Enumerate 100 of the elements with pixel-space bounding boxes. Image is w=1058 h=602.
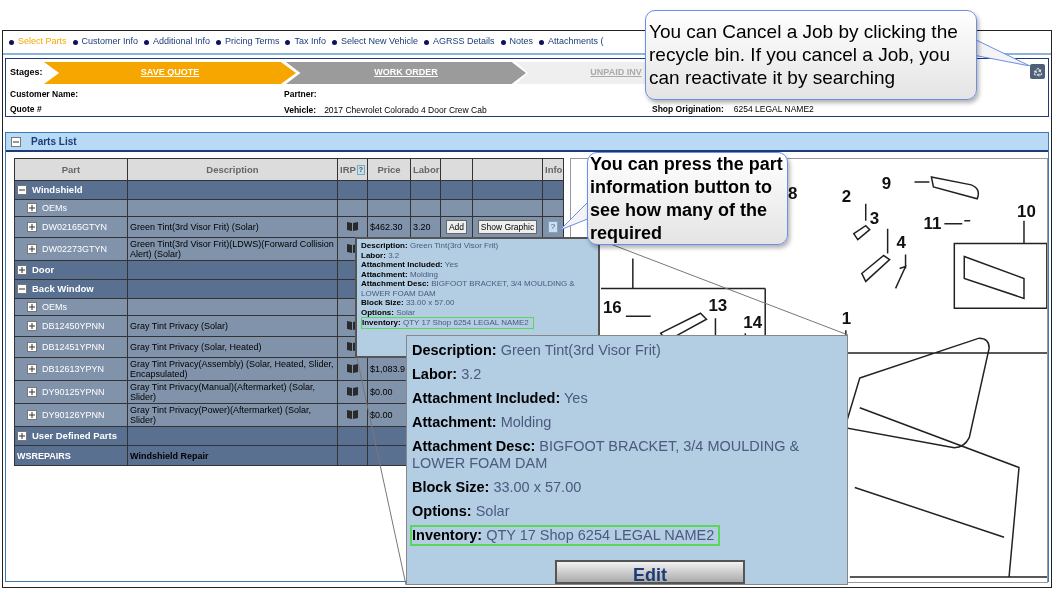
group-label: Windshield <box>32 185 83 195</box>
expand-icon[interactable] <box>27 302 37 312</box>
field-label: Partner: <box>284 88 318 101</box>
info-line: Description: Green Tint(3rd Visor Frit) <box>411 341 662 360</box>
info-line: Attachment: Molding <box>411 413 553 432</box>
expand-icon[interactable] <box>27 342 37 352</box>
info-line: Options: Solar <box>411 502 511 521</box>
group-label: OEMs <box>42 203 67 213</box>
part-description: Green Tint(3rd Visor Frit) (Solar) <box>130 222 259 232</box>
column-header: IRP <box>340 164 356 175</box>
bullet-icon <box>216 39 222 45</box>
info-line: Block Size: 33.00 x 57.00 <box>361 298 455 308</box>
bullet-icon <box>424 39 430 45</box>
info-line: Attachment Included: Yes <box>361 260 458 270</box>
info-button[interactable]: ? <box>547 221 559 233</box>
callout-tooltip: You can press the part information button to see how many of the required <box>587 152 788 245</box>
nav-tab[interactable]: Select New Vehicle <box>341 35 419 49</box>
expand-icon[interactable] <box>27 364 37 374</box>
book-icon[interactable] <box>347 363 358 373</box>
field-label: Vehicle: <box>284 103 317 117</box>
nav-tab[interactable]: Attachments ( <box>548 35 604 49</box>
callout-number: 2 <box>841 186 852 206</box>
expand-icon[interactable] <box>27 410 37 420</box>
info-line: Attachment Desc: BIGFOOT BRACKET, 3/4 MOULDING & LOWER FOAM DAM <box>411 437 801 473</box>
book-icon[interactable] <box>347 221 358 231</box>
part-description: Gray Tint Privacy(Assembly) (Solar, Heated, Slider, Encapsulated) <box>130 359 334 379</box>
field-label: Customer Name: <box>10 88 80 101</box>
callout-number: 13 <box>708 296 728 316</box>
group-label: Door <box>32 265 55 275</box>
part-description: Gray Tint Privacy (Solar) <box>130 321 229 331</box>
column-header: Labor <box>413 164 440 175</box>
vehicle-value: 2017 Chevrolet Colorado 4 Door Crew Cab <box>324 103 487 117</box>
edit-button[interactable]: Edit <box>555 560 745 584</box>
field-label: Quote # <box>10 102 43 116</box>
nav-tab[interactable]: Additional Info <box>153 35 211 49</box>
part-number: WSREPAIRS <box>17 450 71 461</box>
part-description: Gray Tint Privacy(Manual)(Aftermarket) (Solar, Slider) <box>130 382 316 402</box>
expand-icon[interactable] <box>17 431 27 441</box>
nav-tab[interactable]: Customer Info <box>81 35 139 49</box>
bullet-icon <box>500 39 506 45</box>
column-header: Price <box>377 164 401 175</box>
callout-number: 11 <box>923 213 942 233</box>
expand-icon[interactable] <box>27 321 37 331</box>
callout-number: 4 <box>896 232 906 252</box>
expand-icon[interactable] <box>27 244 37 254</box>
collapse-icon[interactable] <box>17 185 27 195</box>
price: $462.30 <box>370 222 403 232</box>
group-label: Back Window <box>32 284 94 294</box>
nav-tab[interactable]: Tax Info <box>294 35 326 49</box>
callout-number: 3 <box>869 208 880 228</box>
panel-title: Parts List <box>31 135 77 149</box>
price: $1,083.9 <box>370 364 406 374</box>
bullet-icon <box>539 39 545 45</box>
expand-icon[interactable] <box>27 203 37 213</box>
nav-tab[interactable]: AGRSS Details <box>433 35 495 49</box>
nav-tab[interactable]: Pricing Terms <box>225 35 280 49</box>
group-label: User Defined Parts <box>32 431 117 441</box>
column-header: Part <box>61 164 81 175</box>
info-line: Block Size: 33.00 x 57.00 <box>411 478 583 497</box>
callout-number: 8 <box>788 183 798 203</box>
info-line: Options: Solar <box>361 307 415 317</box>
bullet-icon <box>72 39 78 45</box>
bullet-icon <box>332 39 337 45</box>
shop-value: 6254 LEGAL NAME2 <box>733 102 814 116</box>
info-line: Attachment: Molding <box>361 269 438 279</box>
book-icon[interactable] <box>347 386 358 396</box>
part-description: Windshield Repair <box>130 450 209 461</box>
expand-icon[interactable] <box>17 265 27 275</box>
callout-number: 14 <box>743 313 763 333</box>
callout-number: 9 <box>881 173 892 193</box>
column-header: Info <box>545 164 563 175</box>
stages-label: Stages: <box>9 66 44 80</box>
column-header: Description <box>206 164 259 175</box>
callout-tooltip: You can Cancel a Job by clicking the recycle bin. If you cancel a Job, you can reactivate it by searching <box>645 10 977 100</box>
recycle-bin-icon[interactable] <box>1030 64 1045 79</box>
price: $0.00 <box>370 387 393 397</box>
book-icon[interactable] <box>347 409 358 419</box>
callout-number: 1 <box>841 309 852 329</box>
info-line: Labor: 3.2 <box>361 250 400 260</box>
part-description: Green Tint(3rd Visor Frit)(LDWS)(Forward Collision Alert) (Solar) <box>130 239 334 259</box>
bullet-icon <box>144 39 150 45</box>
expand-icon[interactable] <box>27 222 37 232</box>
nav-tab[interactable]: Notes <box>509 35 534 49</box>
callout-number: 10 <box>1017 201 1036 221</box>
bullet-icon <box>285 39 291 45</box>
field-label: Shop Origination: <box>652 102 724 116</box>
group-label: OEMs <box>42 302 67 312</box>
info-line: Description: Green Tint(3rd Visor Frit) <box>361 241 499 251</box>
callout-number: 16 <box>602 298 622 318</box>
show-graphic-button[interactable]: Show Graphic <box>477 220 538 234</box>
bullet-icon <box>9 39 14 45</box>
add-button[interactable]: Add <box>445 220 468 234</box>
info-line: Attachment Included: Yes <box>411 389 589 408</box>
price: $0.00 <box>370 410 393 420</box>
collapse-icon[interactable] <box>11 136 21 147</box>
part-description: Gray Tint Privacy(Power)(Aftermarket) (Solar, Slider) <box>130 405 312 425</box>
labor-hours: 3.20 <box>413 222 431 232</box>
expand-icon[interactable] <box>27 387 37 397</box>
collapse-icon[interactable] <box>17 284 27 294</box>
part-description: Gray Tint Privacy (Solar, Heated) <box>130 342 262 352</box>
